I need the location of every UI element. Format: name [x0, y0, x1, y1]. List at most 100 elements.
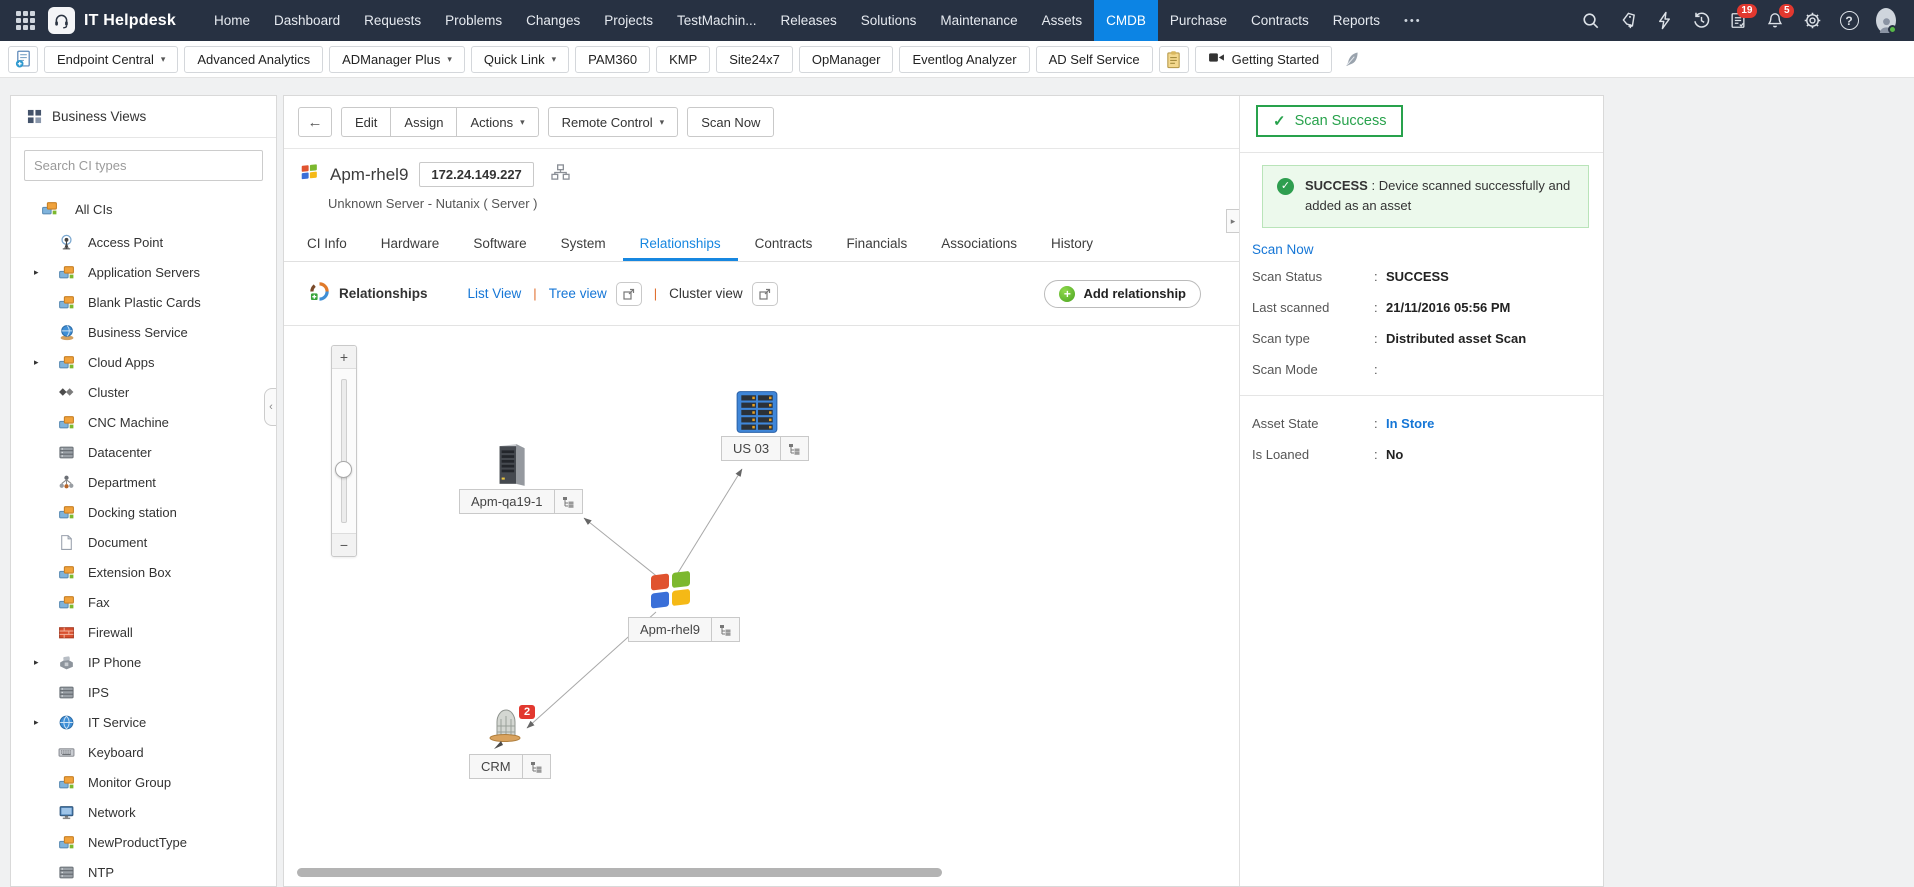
sidebar-item-access-point[interactable]: Access Point — [11, 227, 276, 257]
tab-associations[interactable]: Associations — [924, 228, 1034, 261]
help-icon[interactable]: ? — [1839, 11, 1859, 31]
search-ci-input[interactable] — [24, 150, 263, 181]
sidebar-item-datacenter[interactable]: Datacenter — [11, 437, 276, 467]
helpdesk-logo-icon[interactable] — [48, 7, 75, 34]
graph-node-icon-apm-rhel9[interactable] — [648, 568, 694, 614]
search-icon[interactable] — [1580, 11, 1600, 31]
popout-cluster-view-button[interactable] — [751, 281, 778, 306]
expand-arrow-icon[interactable]: ▸ — [34, 657, 39, 668]
graph-horizontal-scrollbar[interactable] — [297, 868, 942, 877]
bolt-icon[interactable] — [1654, 11, 1674, 31]
quicklink-endpoint-central[interactable]: Endpoint Central ▾ — [44, 45, 179, 73]
node-menu-button[interactable] — [781, 436, 810, 461]
sidebar-item-cnc-machine[interactable]: CNC Machine — [11, 407, 276, 437]
sitemap-icon[interactable] — [551, 163, 570, 186]
sidebar-item-it-service[interactable]: ▸ IT Service — [11, 707, 276, 737]
quicklink-pam360[interactable]: PAM360 — [575, 45, 651, 73]
tab-relationships[interactable]: Relationships — [622, 228, 738, 261]
row-value[interactable]: In Store — [1386, 416, 1603, 431]
sidebar-item-document[interactable]: Document — [11, 527, 276, 557]
scan-success-button[interactable]: ✓ Scan Success — [1256, 105, 1404, 137]
nav-item-changes[interactable]: Changes — [514, 0, 592, 41]
node-menu-button[interactable] — [711, 617, 740, 642]
bell-icon[interactable]: 5 — [1765, 3, 1794, 31]
edit-button[interactable]: Edit — [341, 107, 391, 137]
sidebar-item-monitor-group[interactable]: Monitor Group — [11, 767, 276, 797]
sidebar-item-ntp[interactable]: NTP — [11, 857, 276, 886]
avatar-icon[interactable] — [1876, 8, 1897, 34]
graph-node-icon-apm-qa19-1[interactable] — [488, 442, 534, 488]
nav-item-dashboard[interactable]: Dashboard — [262, 0, 352, 41]
sidebar-item-fax[interactable]: Fax — [11, 587, 276, 617]
gear-icon[interactable] — [1802, 11, 1822, 31]
nav-item-home[interactable]: Home — [202, 0, 262, 41]
quicklink-opmanager[interactable]: OpManager — [798, 45, 894, 73]
sidebar-item-all-cis[interactable]: All CIs — [11, 191, 276, 227]
graph-node-apm-qa19-1[interactable]: Apm-qa19-1 — [459, 489, 583, 514]
graph-node-crm[interactable]: CRM — [469, 754, 551, 779]
tab-contracts[interactable]: Contracts — [738, 228, 830, 261]
graph-node-us-03[interactable]: US 03 — [721, 436, 810, 461]
nav-item-assets[interactable]: Assets — [1030, 0, 1095, 41]
assign-button[interactable]: Assign — [390, 107, 457, 137]
quicklink-getting-started[interactable]: Getting Started — [1194, 45, 1333, 73]
nav-item-releases[interactable]: Releases — [769, 0, 849, 41]
tab-hardware[interactable]: Hardware — [364, 228, 457, 261]
nav-item-problems[interactable]: Problems — [433, 0, 514, 41]
nav-item-maintenance[interactable]: Maintenance — [928, 0, 1029, 41]
scan-now-link[interactable]: Scan Now — [1252, 242, 1314, 257]
sidebar-item-cluster[interactable]: Cluster — [11, 377, 276, 407]
sidebar-collapse-handle[interactable]: ‹ — [264, 388, 276, 426]
expand-arrow-icon[interactable]: ▸ — [34, 357, 39, 368]
quicklink-advanced-analytics[interactable]: Advanced Analytics — [184, 45, 324, 73]
quicklink-ad-self-service[interactable]: AD Self Service — [1035, 45, 1153, 73]
nav-item-solutions[interactable]: Solutions — [849, 0, 929, 41]
tab-software[interactable]: Software — [456, 228, 543, 261]
quicklink-kmp[interactable]: KMP — [656, 45, 711, 73]
zoom-in-button[interactable]: + — [332, 346, 356, 369]
view-link-cluster-view[interactable]: Cluster view — [669, 286, 743, 301]
expand-arrow-icon[interactable]: ▸ — [34, 717, 39, 728]
nav-item-cmdb[interactable]: CMDB — [1094, 0, 1158, 41]
history-icon[interactable] — [1691, 11, 1711, 31]
nav-item-purchase[interactable]: Purchase — [1158, 0, 1239, 41]
sidebar-item-docking-station[interactable]: Docking station — [11, 497, 276, 527]
quicklink-site24x7[interactable]: Site24x7 — [716, 45, 793, 73]
clipboard-icon-button[interactable] — [1158, 45, 1189, 73]
zoom-slider-handle[interactable] — [335, 461, 352, 478]
nav-more-button[interactable]: ••• — [1392, 15, 1434, 27]
back-button[interactable]: ← — [298, 107, 332, 137]
actions-dropdown[interactable]: Actions ▾ — [456, 107, 539, 137]
panel-expand-handle[interactable]: ▸ — [1226, 209, 1239, 233]
tab-financials[interactable]: Financials — [829, 228, 924, 261]
tab-ci-info[interactable]: CI Info — [290, 228, 364, 261]
remote-control-dropdown[interactable]: Remote Control ▾ — [547, 107, 679, 137]
view-link-tree-view[interactable]: Tree view — [549, 286, 607, 301]
tab-history[interactable]: History — [1034, 228, 1110, 261]
app-grid-icon[interactable] — [12, 8, 38, 34]
sidebar-item-ip-phone[interactable]: ▸ IP Phone — [11, 647, 276, 677]
sidebar-item-business-service[interactable]: Business Service — [11, 317, 276, 347]
sidebar-item-blank-plastic-cards[interactable]: Blank Plastic Cards — [11, 287, 276, 317]
tag-add-icon[interactable] — [1617, 11, 1637, 31]
sidebar-item-extension-box[interactable]: Extension Box — [11, 557, 276, 587]
nav-item-testmachin[interactable]: TestMachin... — [665, 0, 769, 41]
tab-system[interactable]: System — [544, 228, 623, 261]
node-menu-button[interactable] — [554, 489, 583, 514]
add-relationship-button[interactable]: + Add relationship — [1044, 279, 1201, 308]
quill-icon[interactable] — [1338, 51, 1364, 68]
view-link-list-view[interactable]: List View — [468, 286, 522, 301]
sidebar-item-firewall[interactable]: Firewall — [11, 617, 276, 647]
graph-node-apm-rhel9[interactable]: Apm-rhel9 — [628, 617, 740, 642]
popout-tree-view-button[interactable] — [615, 281, 642, 306]
nav-item-contracts[interactable]: Contracts — [1239, 0, 1321, 41]
quicklink-quick-link[interactable]: Quick Link ▾ — [470, 45, 570, 73]
nav-item-requests[interactable]: Requests — [352, 0, 433, 41]
sidebar-item-department[interactable]: Department — [11, 467, 276, 497]
task-list-icon[interactable]: 19 — [1728, 3, 1757, 31]
doc-add-icon-button[interactable] — [8, 45, 38, 73]
zoom-slider-track[interactable] — [332, 369, 356, 533]
nav-item-projects[interactable]: Projects — [592, 0, 665, 41]
sidebar-item-application-servers[interactable]: ▸ Application Servers — [11, 257, 276, 287]
sidebar-item-network[interactable]: Network — [11, 797, 276, 827]
